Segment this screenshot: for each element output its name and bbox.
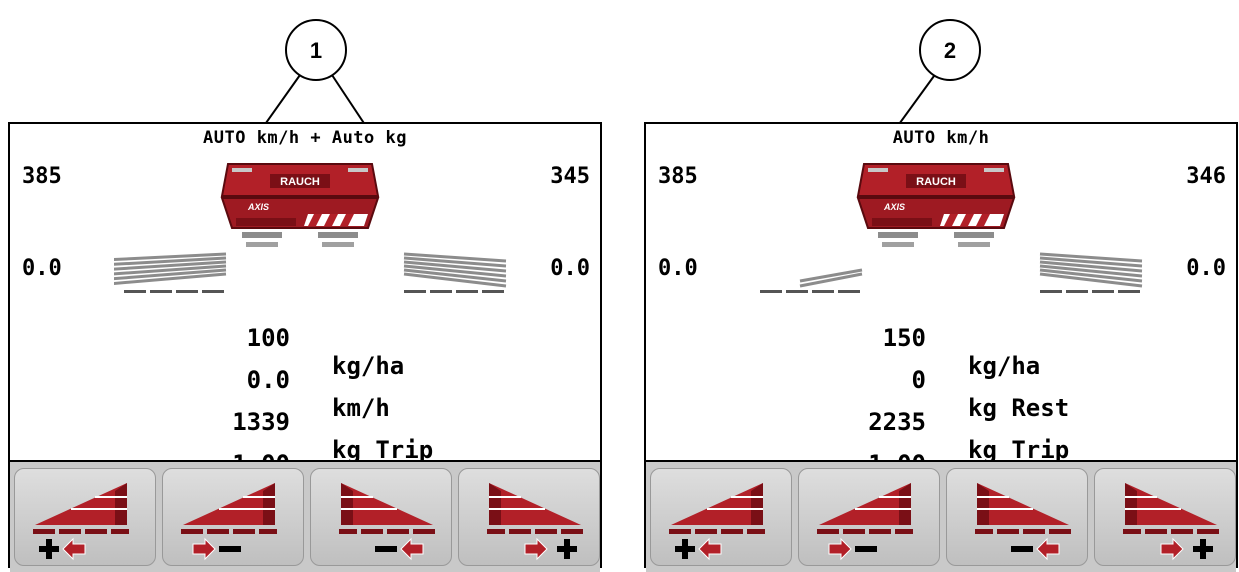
left-rate-value: 0.0 (22, 256, 62, 281)
section-dash (404, 290, 426, 293)
info-row-2: 0.0 km/h (10, 338, 600, 422)
softkey-left-section-increase[interactable] (14, 468, 156, 566)
section-dash (1092, 290, 1114, 293)
right-section-decrease-icon (339, 483, 435, 561)
status-line: AUTO km/h + Auto kg (203, 128, 407, 148)
right-rate-value: 0.0 (1186, 256, 1226, 281)
right-section-decrease-icon (975, 483, 1071, 561)
left-section-increase-icon (33, 483, 129, 561)
callout-number: 1 (310, 38, 322, 63)
spreader-screen-auto-kmh: AUTO km/h 385 346 0.0 0.0 RAUCH AXIS 150… (644, 122, 1238, 572)
spread-sections-indicator (114, 252, 507, 293)
section-dash (456, 290, 478, 293)
softkey-right-section-increase[interactable] (458, 468, 600, 566)
status-line: AUTO km/h (892, 128, 990, 148)
section-dash (1066, 290, 1088, 293)
fertilizer-spreader-icon: RAUCH AXIS (220, 163, 380, 247)
left-flow-value: 385 (22, 164, 62, 189)
softkey-left-section-increase[interactable] (650, 468, 792, 566)
softkey-right-section-decrease[interactable] (946, 468, 1088, 566)
left-rate-value: 0.0 (658, 256, 698, 281)
model-label: AXIS (883, 202, 905, 212)
section-dash (430, 290, 452, 293)
right-rate-value: 0.0 (550, 256, 590, 281)
section-dash (150, 290, 172, 293)
brand-label: RAUCH (280, 176, 320, 188)
softkey-right-section-increase[interactable] (1094, 468, 1236, 566)
section-dash (482, 290, 504, 293)
softkey-bar (646, 460, 1236, 572)
right-flow-value: 346 (1186, 164, 1226, 189)
softkey-bar (10, 460, 600, 572)
left-flow-value: 385 (658, 164, 698, 189)
info-row-rate: 150 kg/ha (646, 296, 1236, 380)
fertilizer-spreader-icon: RAUCH AXIS (856, 163, 1016, 247)
section-dash (838, 290, 860, 293)
section-dash (760, 290, 782, 293)
softkey-left-section-decrease[interactable] (798, 468, 940, 566)
right-flow-value: 345 (550, 164, 590, 189)
right-section-increase-icon (1123, 483, 1219, 561)
section-dash (202, 290, 224, 293)
info-row-rate: 100 kg/ha (10, 296, 600, 380)
section-dash (1040, 290, 1062, 293)
info-row-trip: 1339 kg Trip (10, 380, 600, 464)
section-dash (176, 290, 198, 293)
info-row-trip: 2235 kg Trip (646, 380, 1236, 464)
spread-sections-indicator (760, 252, 1143, 293)
left-section-increase-icon (669, 483, 765, 561)
section-dash (124, 290, 146, 293)
left-section-decrease-icon (817, 483, 913, 561)
info-row-ff: 1.00 FF (10, 422, 600, 506)
softkey-right-section-decrease[interactable] (310, 468, 452, 566)
softkey-left-section-decrease[interactable] (162, 468, 304, 566)
section-dash (812, 290, 834, 293)
brand-label: RAUCH (916, 176, 956, 188)
left-section-decrease-icon (181, 483, 277, 561)
spreader-screen-auto-kmh-auto-kg: AUTO km/h + Auto kg 385 345 0.0 0.0 RAUC… (8, 122, 602, 572)
right-section-increase-icon (487, 483, 583, 561)
info-row-2: 0 kg Rest (646, 338, 1236, 422)
callout-number: 2 (944, 38, 956, 63)
info-row-ff: 1.00 FF (646, 422, 1236, 506)
model-label: AXIS (247, 202, 269, 212)
section-dash (786, 290, 808, 293)
section-dash (1118, 290, 1140, 293)
